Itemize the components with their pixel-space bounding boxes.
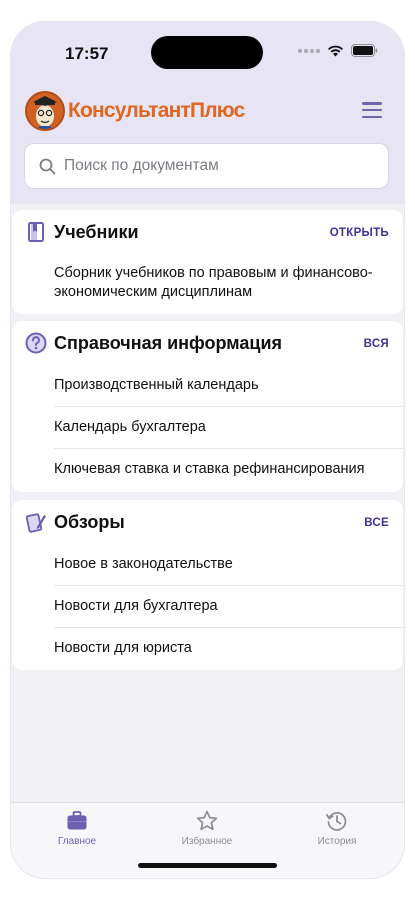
- battery-icon: [351, 44, 378, 57]
- tab-favorites[interactable]: Избранное: [162, 809, 252, 847]
- menu-button[interactable]: [362, 102, 382, 119]
- list-item[interactable]: Сборник учебников по правовым и финансов…: [54, 254, 403, 313]
- phone-screen: 17:57 КонсультантПлюс Поиск по документа…: [11, 22, 404, 878]
- tab-label: История: [317, 836, 357, 847]
- section-header: Учебники ОТКРЫТЬ: [12, 210, 403, 254]
- list-item[interactable]: Новости для юриста: [54, 628, 403, 669]
- tab-label: Главное: [57, 836, 97, 847]
- list-item[interactable]: Новости для бухгалтера: [54, 586, 403, 628]
- show-all-button[interactable]: ВСЯ: [364, 338, 389, 350]
- open-button[interactable]: ОТКРЫТЬ: [330, 227, 389, 239]
- search-input[interactable]: Поиск по документам: [24, 143, 389, 189]
- show-all-button[interactable]: ВСЕ: [364, 517, 389, 529]
- section-header: Справочная информация ВСЯ: [12, 321, 403, 365]
- status-icons: [298, 44, 378, 57]
- dynamic-island: [151, 36, 263, 69]
- home-indicator[interactable]: [138, 863, 277, 868]
- tab-home[interactable]: Главное: [32, 809, 122, 847]
- app-logo[interactable]: КонсультантПлюс: [25, 91, 245, 131]
- menu-line: [362, 108, 382, 112]
- star-icon: [196, 810, 218, 831]
- logo-text: КонсультантПлюс: [68, 99, 245, 122]
- status-time: 17:57: [65, 44, 109, 63]
- menu-line: [362, 115, 382, 119]
- search-icon: [39, 158, 56, 174]
- tab-history[interactable]: История: [292, 809, 382, 847]
- section-textbooks: Учебники ОТКРЫТЬ Сборник учебников по пр…: [12, 210, 403, 314]
- briefcase-icon: [67, 811, 87, 830]
- section-title: Справочная информация: [54, 333, 283, 353]
- tab-label: Избранное: [181, 836, 233, 847]
- cellular-signal-icon: [298, 48, 320, 53]
- list-item[interactable]: Ключевая ставка и ставка рефинансировани…: [54, 449, 403, 490]
- section-title: Обзоры: [54, 512, 125, 532]
- section-header: Обзоры ВСЕ: [12, 500, 403, 544]
- question-circle-icon: [25, 332, 47, 354]
- book-icon: [28, 222, 44, 242]
- section-title: Учебники: [54, 222, 139, 242]
- menu-line: [362, 102, 382, 105]
- wifi-icon: [328, 45, 343, 56]
- list-item[interactable]: Производственный календарь: [54, 365, 403, 407]
- section-reviews: Обзоры ВСЕ Новое в законодательстве Ново…: [12, 500, 403, 670]
- list-item[interactable]: Новое в законодательстве: [54, 544, 403, 586]
- search-placeholder: Поиск по документам: [64, 157, 219, 174]
- list-item[interactable]: Календарь бухгалтера: [54, 407, 403, 449]
- reviews-icon: [25, 513, 46, 533]
- logo-mascot-icon: [25, 91, 65, 131]
- history-icon: [326, 812, 347, 831]
- section-reference: Справочная информация ВСЯ Производственн…: [12, 321, 403, 492]
